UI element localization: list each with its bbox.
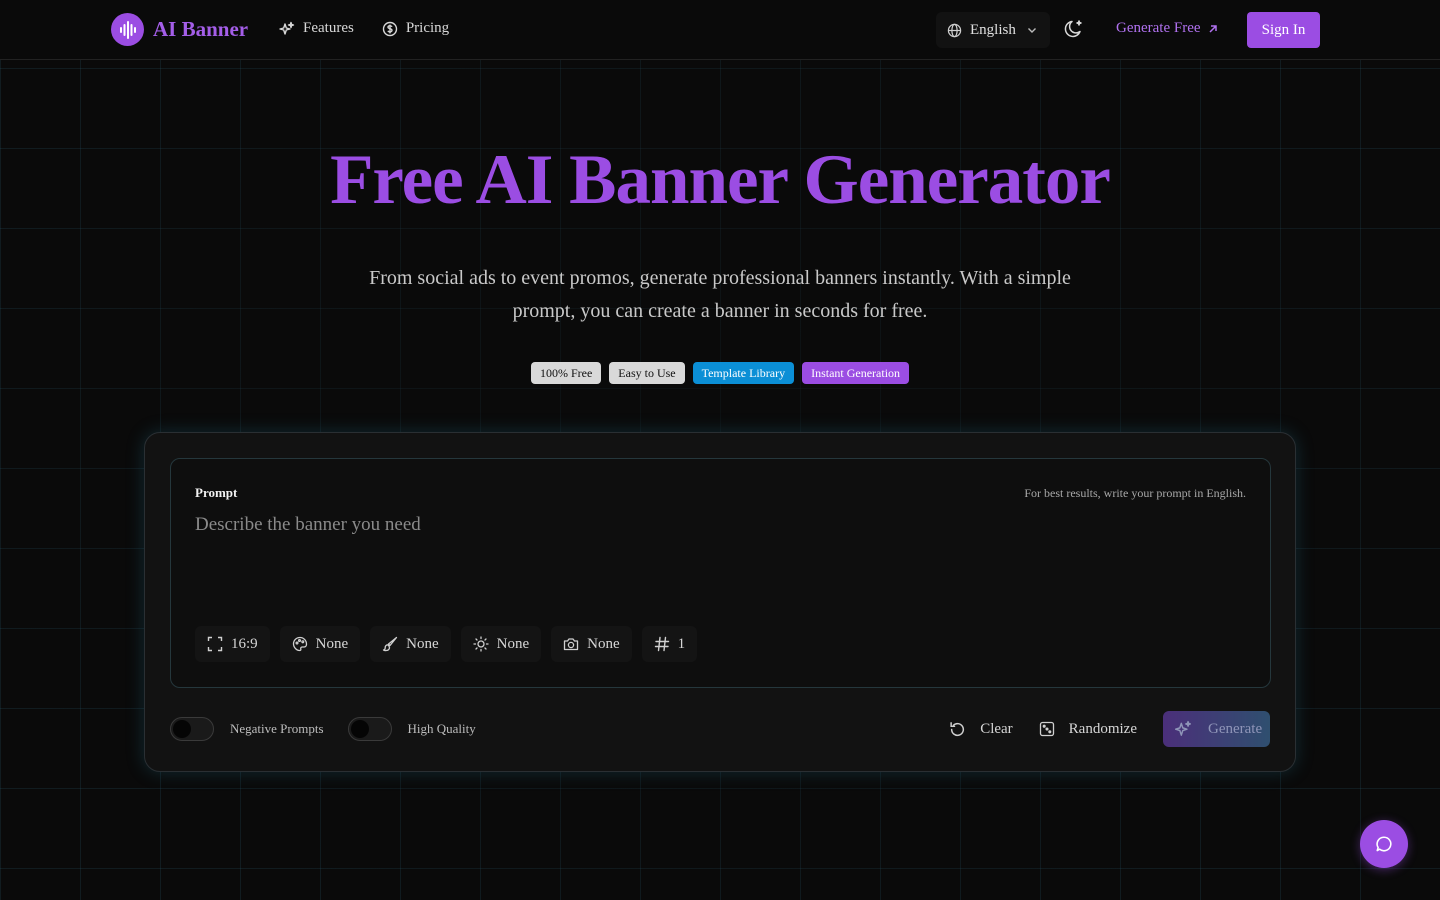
top-navbar: AI Banner Features Pricing English Gener… [0, 0, 1440, 60]
hash-icon [654, 636, 669, 652]
nav-pricing-label: Pricing [405, 20, 450, 36]
arrow-up-right-icon [1209, 24, 1217, 33]
toggle-row: Negative Prompts High Quality [170, 717, 500, 741]
nav-pricing[interactable]: Pricing [382, 20, 449, 37]
dollar-circle-icon [382, 21, 398, 36]
style-value: None [406, 635, 439, 652]
clear-label: Clear [980, 720, 1013, 737]
chat-bubble-icon [1376, 836, 1392, 852]
camera-value: None [587, 635, 620, 652]
theme-toggle-button[interactable] [1063, 18, 1085, 45]
toggle-knob [350, 720, 369, 738]
chevron-down-icon [1027, 28, 1036, 33]
randomize-label: Randomize [1068, 720, 1137, 737]
generate-free-link[interactable]: Generate Free [1116, 20, 1219, 37]
camera-select[interactable]: None [551, 626, 632, 662]
style-select[interactable]: None [370, 626, 451, 662]
toggle-knob [173, 720, 191, 738]
brand-name: AI Banner [153, 17, 249, 41]
language-value: English [970, 21, 1016, 38]
brand-logo-link[interactable]: AI Banner [111, 13, 248, 46]
action-buttons: Clear Randomize Generate [949, 711, 1270, 747]
brush-icon [383, 636, 398, 652]
badge-easy: Easy to Use [609, 362, 685, 384]
hero-subtitle: From social ads to event promos, generat… [369, 267, 1071, 322]
high-quality-label: High Quality [407, 721, 476, 736]
palette-icon [292, 636, 307, 652]
clear-button[interactable]: Clear [949, 720, 1013, 738]
language-select[interactable]: English [936, 12, 1050, 48]
prompt-label: Prompt [195, 485, 238, 500]
hero-title: Free AI Banner Generator [330, 141, 1111, 219]
prompt-hint: For best results, write your prompt in E… [1024, 486, 1246, 500]
count-value: 1 [677, 635, 686, 652]
prompt-box: Prompt For best results, write your prom… [170, 458, 1271, 688]
badge-template-library: Template Library [692, 362, 795, 384]
generate-free-label: Generate Free [1116, 20, 1201, 36]
nav-features-label: Features [303, 20, 354, 36]
generate-label: Generate [1208, 720, 1263, 737]
aspect-ratio-select[interactable]: 16:9 [195, 626, 270, 662]
badge-instant-generation: Instant Generation [802, 362, 910, 384]
chat-support-button[interactable] [1360, 820, 1408, 868]
generator-card: Prompt For best results, write your prom… [144, 432, 1296, 772]
aspect-ratio-icon [207, 636, 223, 652]
moon-stars-icon [1064, 20, 1082, 38]
lighting-value: None [496, 635, 530, 652]
lighting-select[interactable]: None [460, 626, 542, 662]
color-select[interactable]: None [279, 626, 361, 662]
camera-icon [564, 638, 579, 651]
waveform-logo-icon [111, 13, 144, 46]
high-quality-toggle[interactable] [347, 717, 392, 741]
sun-icon [473, 636, 489, 652]
prompt-input[interactable] [195, 514, 1245, 574]
sparkles-icon [279, 21, 295, 35]
negative-prompts-label: Negative Prompts [230, 721, 324, 736]
option-chips: 16:9 None None None None 1 [195, 626, 707, 662]
negative-prompts-toggle[interactable] [170, 717, 214, 741]
badge-free: 100% Free [530, 362, 602, 384]
dice-icon [1039, 721, 1054, 737]
globe-icon [947, 23, 962, 37]
sign-in-button[interactable]: Sign In [1247, 12, 1320, 48]
randomize-button[interactable]: Randomize [1039, 721, 1137, 738]
nav-features[interactable]: Features [279, 20, 354, 37]
rotate-ccw-icon [950, 721, 965, 736]
color-value: None [315, 635, 349, 652]
generate-button[interactable]: Generate [1163, 711, 1270, 747]
aspect-ratio-value: 16:9 [231, 635, 258, 652]
count-select[interactable]: 1 [641, 626, 698, 662]
sparkle-icon [1174, 720, 1192, 736]
feature-badges: 100% Free Easy to Use Template Library I… [0, 362, 1440, 384]
main-nav: Features Pricing [279, 20, 477, 37]
